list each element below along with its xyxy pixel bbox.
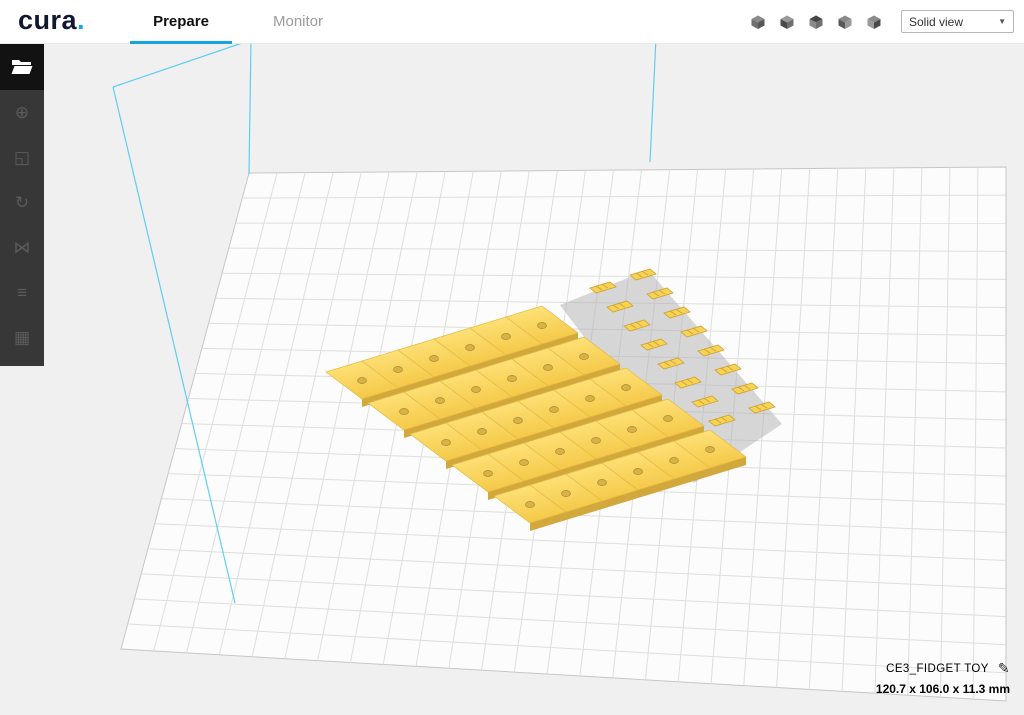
view-front-button[interactable] xyxy=(777,12,797,32)
model-dimensions: 120.7 x 106.0 x 11.3 mm xyxy=(875,682,1010,696)
per-model-settings-button[interactable]: ≡ xyxy=(0,270,44,315)
logo-dot: . xyxy=(77,5,86,35)
header: cura. Prepare Monitor Solid view ▼ xyxy=(0,0,1024,44)
app-logo: cura. xyxy=(18,5,85,36)
tool-sidebar: ⊕ ◱ ↻ ⋈ ≡ ▦ xyxy=(0,44,44,366)
tab-monitor[interactable]: Monitor xyxy=(248,0,348,44)
view-left-button[interactable] xyxy=(835,12,855,32)
view-mode-dropdown[interactable]: Solid view ▼ xyxy=(901,10,1014,33)
model-name: CE3_FIDGET TOY xyxy=(886,662,989,675)
viewport-3d[interactable] xyxy=(0,0,1024,715)
tab-prepare[interactable]: Prepare xyxy=(130,0,232,44)
mirror-icon: ⋈ xyxy=(13,237,31,257)
view-front-icon xyxy=(780,15,794,29)
view-top-button[interactable] xyxy=(806,12,826,32)
chevron-down-icon: ▼ xyxy=(998,17,1006,26)
view-3d-icon xyxy=(751,15,765,29)
move-tool-button[interactable]: ⊕ xyxy=(0,90,44,135)
view-left-icon xyxy=(838,15,852,29)
open-file-button[interactable] xyxy=(0,44,44,90)
model-info: CE3_FIDGET TOY ✎ 120.7 x 106.0 x 11.3 mm xyxy=(876,660,1010,696)
camera-view-buttons xyxy=(748,12,884,32)
move-icon: ⊕ xyxy=(14,102,30,122)
mirror-tool-button[interactable]: ⋈ xyxy=(0,225,44,270)
scale-tool-button[interactable]: ◱ xyxy=(0,135,44,180)
open-folder-icon xyxy=(11,60,33,74)
support-blocker-icon: ▦ xyxy=(13,327,31,347)
rotate-tool-button[interactable]: ↻ xyxy=(0,180,44,225)
support-blocker-button[interactable]: ▦ xyxy=(0,315,44,360)
view-mode-value: Solid view xyxy=(909,14,964,29)
rotate-icon: ↻ xyxy=(14,192,30,212)
view-right-icon xyxy=(867,15,881,29)
active-tab-indicator xyxy=(130,41,232,44)
view-3d-button[interactable] xyxy=(748,12,768,32)
edit-name-icon[interactable]: ✎ xyxy=(998,660,1010,677)
view-top-icon xyxy=(809,15,823,29)
logo-text: cura xyxy=(18,5,78,35)
view-right-button[interactable] xyxy=(864,12,884,32)
per-model-settings-icon: ≡ xyxy=(17,282,27,302)
scale-icon: ◱ xyxy=(13,147,31,167)
